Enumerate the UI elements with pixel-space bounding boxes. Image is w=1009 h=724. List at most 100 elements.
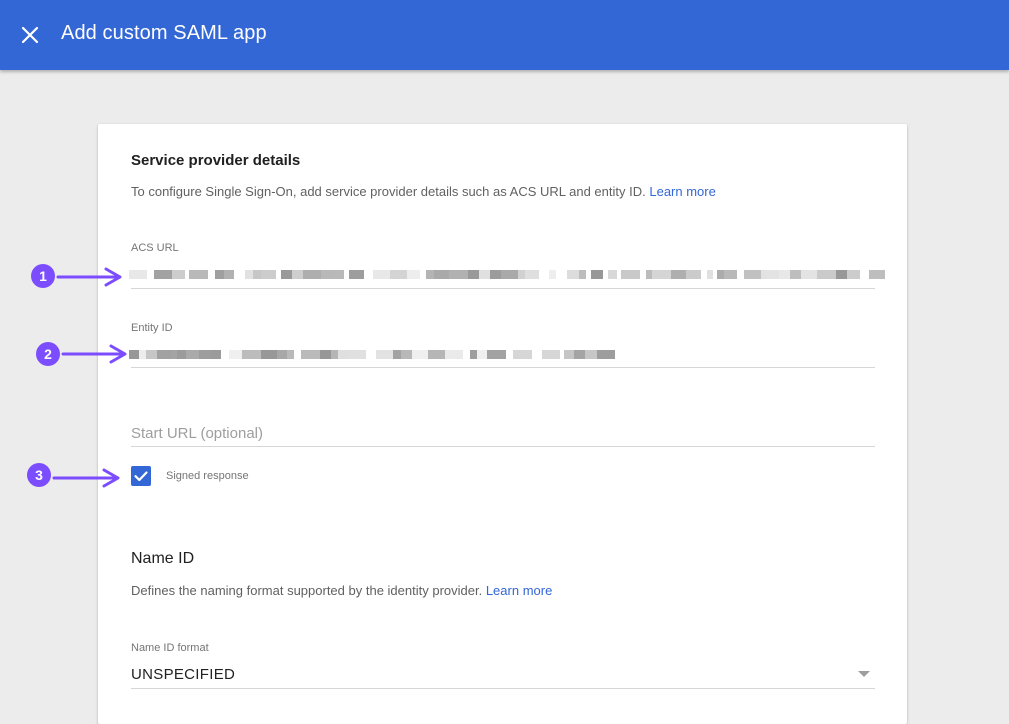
redacted-block — [199, 350, 211, 359]
redacted-block — [591, 270, 603, 279]
redacted-block — [129, 270, 147, 279]
redacted-block — [242, 350, 261, 359]
redacted-block — [407, 270, 420, 279]
redacted-block — [373, 270, 390, 279]
redacted-block — [567, 270, 579, 279]
redacted-block — [621, 270, 640, 279]
redacted-block — [186, 350, 199, 359]
redacted-block — [468, 270, 479, 279]
redacted-block — [652, 270, 671, 279]
redacted-block — [211, 350, 221, 359]
start-url-input[interactable]: Start URL (optional) — [131, 425, 263, 442]
redacted-block — [154, 270, 172, 279]
redacted-block — [376, 350, 393, 359]
name-id-format-underline — [131, 688, 875, 689]
annotation-marker-2: 2 — [36, 342, 60, 366]
annotation-arrow-3-icon — [52, 468, 120, 488]
checkmark-icon — [134, 471, 148, 482]
redacted-block — [869, 270, 885, 279]
name-id-format-select[interactable]: UNSPECIFIED — [131, 666, 235, 683]
redacted-block — [801, 270, 817, 279]
acs-url-underline — [131, 288, 875, 289]
acs-url-input[interactable] — [129, 270, 885, 279]
redacted-block — [579, 270, 586, 279]
start-url-underline — [131, 446, 875, 447]
redacted-block — [287, 350, 294, 359]
redacted-block — [790, 270, 801, 279]
redacted-block — [671, 270, 686, 279]
service-provider-description-text: To configure Single Sign-On, add service… — [131, 184, 646, 199]
redacted-block — [549, 270, 556, 279]
entity-id-underline — [131, 367, 875, 368]
redacted-block — [686, 270, 701, 279]
redacted-block — [412, 350, 428, 359]
acs-url-label: ACS URL — [131, 242, 179, 254]
redacted-block — [331, 350, 338, 359]
redacted-block — [390, 270, 407, 279]
redacted-block — [817, 270, 836, 279]
redacted-block — [281, 270, 292, 279]
redacted-block — [542, 350, 560, 359]
redacted-block — [585, 350, 597, 359]
redacted-block — [445, 350, 463, 359]
redacted-block — [426, 270, 434, 279]
signed-response-label: Signed response — [166, 470, 249, 482]
redacted-block — [292, 270, 303, 279]
redacted-block — [349, 350, 366, 359]
redacted-block — [146, 350, 157, 359]
redacted-block — [574, 350, 585, 359]
redacted-block — [224, 270, 234, 279]
service-provider-card: Service provider details To configure Si… — [98, 124, 907, 724]
name-id-format-label: Name ID format — [131, 642, 209, 654]
redacted-block — [301, 350, 320, 359]
redacted-block — [229, 350, 242, 359]
entity-id-label: Entity ID — [131, 322, 173, 334]
redacted-block — [477, 350, 487, 359]
redacted-block — [744, 270, 761, 279]
redacted-block — [717, 270, 724, 279]
redacted-block — [470, 350, 477, 359]
redacted-block — [836, 270, 847, 279]
close-button[interactable] — [16, 21, 44, 49]
redacted-block — [277, 350, 287, 359]
redacted-block — [564, 350, 574, 359]
name-id-title: Name ID — [131, 550, 195, 567]
redacted-block — [157, 350, 171, 359]
dropdown-arrow-icon[interactable] — [858, 671, 870, 677]
redacted-block — [434, 270, 449, 279]
redacted-block — [139, 350, 146, 359]
close-icon — [21, 26, 39, 44]
redacted-block — [245, 270, 253, 279]
redacted-block — [338, 350, 349, 359]
redacted-block — [490, 270, 501, 279]
redacted-block — [172, 270, 185, 279]
annotation-marker-3: 3 — [27, 463, 51, 487]
annotation-arrow-1-icon — [56, 267, 122, 287]
redacted-block — [724, 270, 737, 279]
app-header: Add custom SAML app — [0, 0, 1009, 70]
redacted-block — [393, 350, 401, 359]
redacted-block — [333, 270, 344, 279]
redacted-block — [501, 270, 518, 279]
name-id-learn-more-link[interactable]: Learn more — [486, 583, 552, 598]
entity-id-input[interactable] — [129, 350, 615, 359]
redacted-block — [189, 270, 208, 279]
service-provider-description: To configure Single Sign-On, add service… — [131, 184, 716, 199]
redacted-block — [177, 350, 186, 359]
redacted-block — [320, 350, 331, 359]
redacted-block — [253, 270, 261, 279]
annotation-arrow-2-icon — [61, 344, 127, 364]
page-title: Add custom SAML app — [61, 22, 267, 44]
redacted-block — [261, 270, 276, 279]
redacted-block — [525, 270, 539, 279]
redacted-block — [767, 270, 779, 279]
redacted-block — [401, 350, 412, 359]
redacted-block — [779, 270, 790, 279]
redacted-block — [321, 270, 333, 279]
redacted-block — [303, 270, 321, 279]
redacted-block — [513, 350, 532, 359]
redacted-block — [487, 350, 506, 359]
learn-more-link[interactable]: Learn more — [649, 184, 715, 199]
name-id-description: Defines the naming format supported by t… — [131, 583, 552, 598]
signed-response-checkbox[interactable] — [131, 466, 151, 486]
